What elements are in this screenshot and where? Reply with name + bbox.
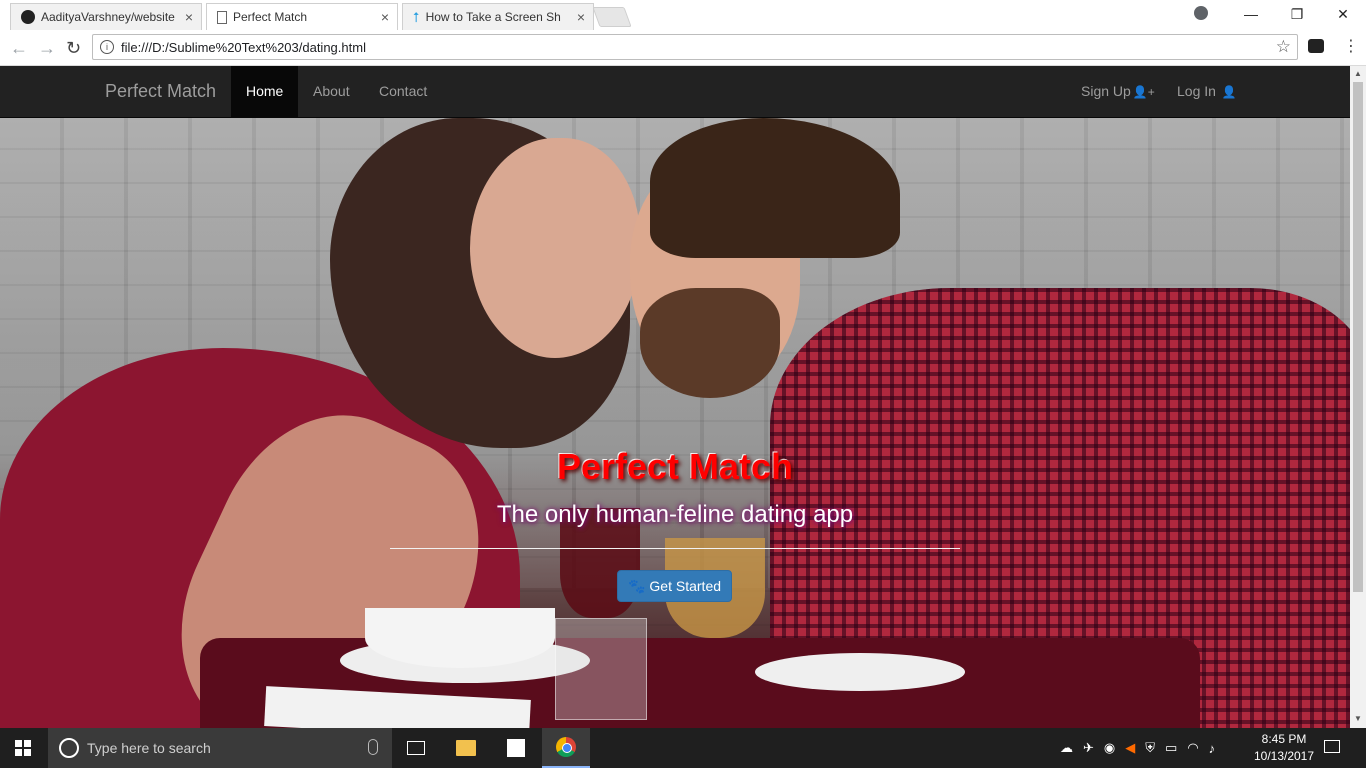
search-placeholder: Type here to search — [87, 740, 211, 756]
photo-woman-face — [470, 138, 640, 358]
battery-icon[interactable]: ▭ — [1165, 740, 1177, 756]
page-viewport: Perfect Match Home About Contact Sign Up… — [0, 66, 1350, 728]
photo-man-beard — [640, 288, 780, 398]
extension-icon[interactable] — [1308, 39, 1324, 53]
browser-menu-icon[interactable]: ⋮ — [1343, 36, 1359, 56]
info-icon[interactable]: i — [100, 40, 114, 54]
tab-title: AadityaVarshney/website — [41, 10, 175, 24]
task-view-button[interactable] — [392, 728, 440, 768]
windows-start-icon[interactable] — [15, 740, 31, 756]
user-plus-icon: 👤+ — [1132, 85, 1155, 99]
tab-close-icon[interactable]: × — [577, 9, 585, 25]
tab-title: How to Take a Screen Sh — [425, 10, 561, 24]
tab-perfect-match[interactable]: Perfect Match × — [206, 3, 398, 30]
chrome-icon — [556, 737, 576, 757]
nav-about[interactable]: About — [298, 66, 365, 117]
maximize-button[interactable]: ❐ — [1274, 6, 1320, 23]
browser-tab-bar: AadityaVarshney/website × Perfect Match … — [0, 0, 1366, 31]
tab-close-icon[interactable]: × — [185, 9, 193, 25]
hero-title: Perfect Match — [556, 446, 794, 487]
scroll-up-arrow-icon[interactable]: ▲ — [1354, 69, 1362, 78]
folder-icon — [456, 740, 476, 756]
task-view-icon — [407, 741, 425, 755]
upload-arrow-icon: ⭡ — [413, 8, 420, 25]
taskbar-clock[interactable]: 8:45 PM 10/13/2017 — [1252, 731, 1316, 765]
photo-glass — [555, 618, 647, 720]
scroll-down-arrow-icon[interactable]: ▼ — [1354, 714, 1362, 723]
login-label: Log In — [1177, 83, 1216, 99]
address-bar[interactable]: i file:///D:/Sublime%20Text%203/dating.h… — [92, 34, 1298, 60]
nav-contact[interactable]: Contact — [364, 66, 442, 117]
forward-arrow-icon[interactable]: → — [38, 38, 56, 59]
github-icon — [21, 10, 35, 24]
action-center-icon[interactable] — [1324, 740, 1340, 753]
wifi-icon[interactable]: ◠ — [1187, 740, 1198, 756]
tab-screenshot-howto[interactable]: ⭡ How to Take a Screen Sh × — [402, 3, 594, 30]
user-icon: 👤 — [1221, 85, 1237, 99]
chrome-taskbar-button[interactable] — [542, 728, 590, 768]
close-window-button[interactable]: ✕ — [1320, 6, 1366, 23]
clock-time: 8:45 PM — [1261, 732, 1307, 746]
scroll-thumb[interactable] — [1353, 82, 1363, 592]
volume-muted-icon[interactable]: ◀ — [1125, 740, 1135, 756]
paw-icon: 🐾 — [627, 577, 646, 594]
taskbar-search-box[interactable]: Type here to search — [48, 728, 392, 768]
bookmark-star-icon[interactable]: ☆ — [1276, 37, 1291, 57]
network-device-icon[interactable]: ✈ — [1083, 740, 1094, 756]
back-arrow-icon[interactable]: ← — [10, 38, 28, 59]
signup-label: Sign Up — [1081, 83, 1131, 99]
window-controls: — ❐ ✕ — [1228, 0, 1366, 28]
nav-login[interactable]: Log In 👤 — [1162, 66, 1252, 117]
tab-close-icon[interactable]: × — [381, 9, 389, 25]
system-tray: ☁ ✈ ◉ ◀ ⛨ ▭ ◠ ♪ — [1060, 728, 1215, 768]
minimize-button[interactable]: — — [1228, 6, 1274, 22]
browser-toolbar: ← → ↻ i file:///D:/Sublime%20Text%203/da… — [0, 30, 1366, 66]
onedrive-icon[interactable]: ☁ — [1060, 740, 1073, 756]
new-tab-button[interactable] — [592, 7, 632, 27]
tab-github[interactable]: AadityaVarshney/website × — [10, 3, 202, 30]
photo-plate — [755, 653, 965, 691]
site-navbar: Perfect Match Home About Contact Sign Up… — [0, 66, 1350, 118]
hero-background-photo — [0, 118, 1350, 728]
get-started-label: Get Started — [649, 578, 722, 594]
navbar-brand[interactable]: Perfect Match — [105, 81, 216, 102]
clock-date: 10/13/2017 — [1253, 749, 1315, 763]
nav-signup[interactable]: Sign Up 👤+ — [1066, 66, 1170, 117]
cortana-icon[interactable] — [59, 738, 79, 758]
security-shield-icon[interactable]: ⛨ — [1145, 740, 1155, 756]
file-explorer-button[interactable] — [442, 728, 490, 768]
store-button[interactable] — [492, 728, 540, 768]
app-tray-icon[interactable]: ◉ — [1104, 740, 1115, 756]
hero-divider — [390, 548, 960, 549]
photo-bowl — [365, 608, 555, 668]
microphone-icon[interactable] — [368, 739, 378, 755]
store-bag-icon — [507, 739, 525, 757]
hero-subtitle: The only human-feline dating app — [496, 501, 854, 528]
speaker-icon[interactable]: ♪ — [1209, 741, 1216, 756]
reload-icon[interactable]: ↻ — [66, 38, 81, 59]
profile-icon[interactable] — [1194, 6, 1208, 20]
tab-title: Perfect Match — [233, 10, 308, 24]
get-started-button[interactable]: 🐾 Get Started — [617, 570, 732, 602]
nav-home[interactable]: Home — [231, 66, 299, 117]
page-icon — [217, 10, 227, 24]
page-scrollbar[interactable]: ▲ ▼ — [1350, 66, 1366, 728]
address-url: file:///D:/Sublime%20Text%203/dating.htm… — [121, 39, 366, 55]
windows-taskbar: Type here to search ☁ ✈ ◉ ◀ ⛨ ▭ ◠ ♪ 8:45… — [0, 728, 1366, 768]
